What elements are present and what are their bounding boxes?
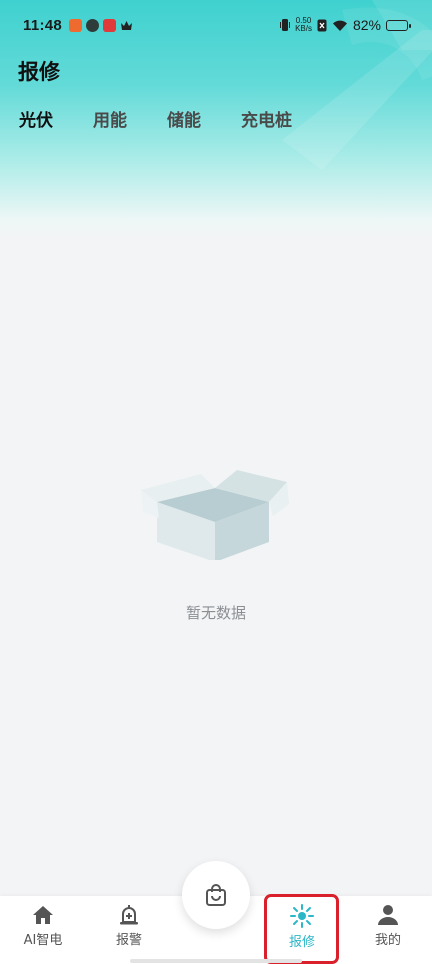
net-speed-unit: KB/s (295, 24, 312, 33)
tab-photovoltaic[interactable]: 光伏 (19, 106, 53, 131)
home-icon (33, 906, 53, 924)
empty-box-icon (141, 470, 289, 560)
app-notification-icon (86, 18, 100, 32)
empty-state-text: 暂无数据 (185, 604, 246, 622)
nav-alarm[interactable]: 报警 (89, 904, 169, 948)
user-icon (378, 905, 398, 925)
nav-profile[interactable]: 我的 (348, 904, 428, 948)
status-time: 11:48 (23, 16, 63, 34)
tab-energy-storage[interactable]: 储能 (167, 106, 201, 131)
battery-icon (386, 19, 411, 31)
status-right: 0.50 KB/s 82% (280, 17, 411, 33)
nav-label: 报警 (115, 933, 142, 948)
crown-icon (121, 20, 133, 30)
network-speed: 0.50 KB/s (295, 17, 312, 33)
home-indicator (130, 959, 302, 963)
category-tabs: 光伏 用能 储能 充电桩 (19, 106, 292, 131)
alarm-bell-icon (120, 905, 138, 925)
sim-off-icon (317, 19, 327, 31)
battery-percent: 82% (352, 17, 381, 33)
status-bar: 11:48 0.50 KB/s 82% (0, 0, 432, 50)
nav-label: 我的 (374, 933, 401, 948)
app-notification-icon (69, 18, 83, 32)
tab-charging-pile[interactable]: 充电桩 (241, 106, 292, 131)
wifi-icon (332, 20, 347, 31)
vibrate-icon (280, 19, 291, 31)
tab-energy-use[interactable]: 用能 (93, 106, 127, 131)
page-title: 报修 (18, 60, 60, 84)
nav-ai-power[interactable]: AI智电 (3, 904, 83, 948)
shopping-bag-icon (206, 884, 226, 906)
highlight-annotation (264, 894, 339, 964)
center-shop-button[interactable] (182, 861, 250, 929)
app-notification-icon (103, 18, 117, 32)
notification-icons (69, 18, 133, 32)
nav-label: AI智电 (23, 933, 63, 948)
empty-state: 暂无数据 (0, 460, 432, 623)
